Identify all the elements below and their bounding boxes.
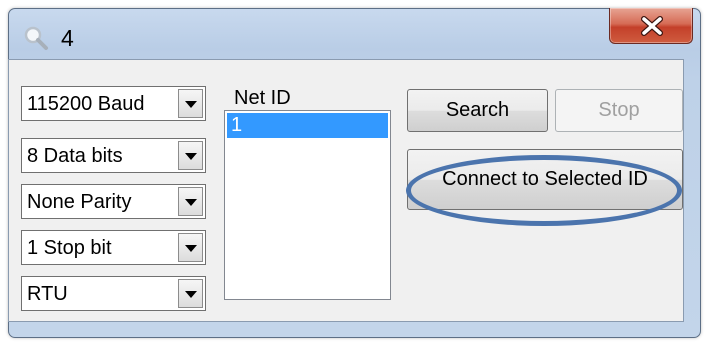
net-id-label: Net ID [234,87,291,109]
window-title: 4 [61,25,74,51]
close-icon [641,16,663,36]
chevron-down-icon [185,291,197,298]
stop-bits-value: 1 Stop bit [27,237,112,259]
dropdown-button[interactable] [178,89,203,118]
dropdown-button[interactable] [178,279,203,308]
dropdown-button[interactable] [178,187,203,216]
parity-value: None Parity [27,191,132,213]
chevron-down-icon [185,199,197,206]
parity-select[interactable]: None Parity [21,184,206,219]
close-button[interactable] [609,8,693,44]
baud-rate-value: 115200 Baud [27,93,145,115]
stop-bits-select[interactable]: 1 Stop bit [21,230,206,265]
list-item[interactable]: 1 [227,113,388,138]
baud-rate-select[interactable]: 115200 Baud [21,86,206,121]
chevron-down-icon [185,245,197,252]
data-bits-value: 8 Data bits [27,145,123,167]
chevron-down-icon [185,153,197,160]
chevron-down-icon [185,101,197,108]
mode-select[interactable]: RTU [21,276,206,311]
search-button[interactable]: Search [407,89,548,132]
net-id-list[interactable]: 1 [224,110,391,300]
stop-button[interactable]: Stop [555,89,683,132]
data-bits-select[interactable]: 8 Data bits [21,138,206,173]
connect-button[interactable]: Connect to Selected ID [407,149,683,210]
dropdown-button[interactable] [178,141,203,170]
mode-value: RTU [27,283,68,305]
dropdown-button[interactable] [178,233,203,262]
magnifier-icon [23,25,49,51]
